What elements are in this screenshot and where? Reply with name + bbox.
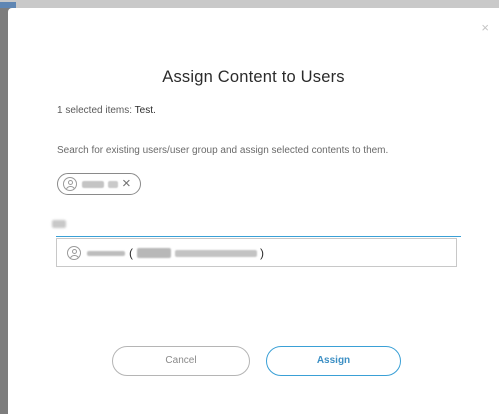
search-input[interactable] <box>56 236 461 237</box>
background-page-strip <box>0 0 499 8</box>
redacted-user-name <box>87 251 125 256</box>
suggestion-close-paren: ) <box>260 246 264 260</box>
selected-items-text: 1 selected items: Test. <box>57 105 156 116</box>
redacted-chip-name-extra <box>108 181 118 188</box>
user-suggestion-item[interactable]: ( ) <box>56 238 457 267</box>
assign-button[interactable]: Assign <box>266 346 401 376</box>
dialog-title: Assign Content to Users <box>162 68 345 86</box>
assign-content-dialog: × Assign Content to Users 1 selected ite… <box>8 8 499 414</box>
redacted-user-email-domain <box>175 250 257 257</box>
selected-items-value: Test. <box>134 105 156 116</box>
suggestion-open-paren: ( <box>129 246 133 260</box>
remove-chip-icon[interactable]: × <box>122 175 131 193</box>
redacted-search-text <box>52 220 66 228</box>
close-icon[interactable]: × <box>481 21 489 34</box>
redacted-user-email-part <box>137 248 171 258</box>
selected-user-chip[interactable]: × <box>57 173 141 195</box>
redacted-chip-name <box>82 181 104 188</box>
instruction-text: Search for existing users/user group and… <box>57 145 389 156</box>
user-avatar-icon <box>67 246 81 260</box>
cancel-button[interactable]: Cancel <box>112 346 250 376</box>
selected-items-label: 1 selected items: <box>57 105 135 116</box>
user-avatar-icon <box>63 177 77 191</box>
